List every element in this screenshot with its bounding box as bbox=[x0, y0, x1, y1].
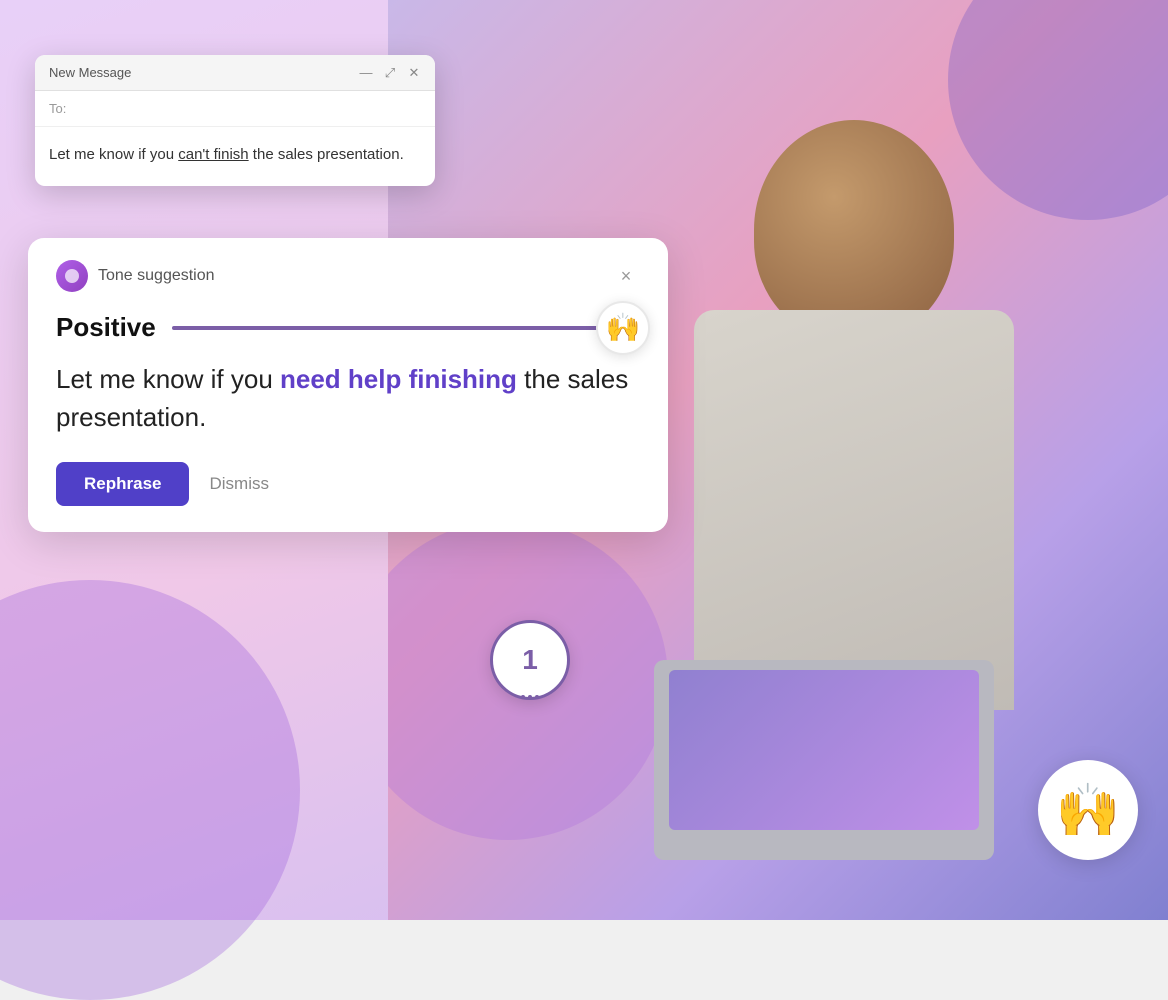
action-row: Rephrase Dismiss bbox=[56, 462, 640, 506]
badge-count: 1 bbox=[522, 644, 538, 676]
tone-icon-inner bbox=[65, 269, 79, 283]
tone-suggestion-label: Tone suggestion bbox=[98, 267, 215, 285]
bottom-emoji-badge: 🙌 bbox=[1038, 760, 1138, 860]
suggestion-text: Let me know if you need help finishing t… bbox=[56, 361, 640, 436]
person-body bbox=[694, 310, 1014, 710]
badge-dots bbox=[521, 695, 539, 699]
notification-badge[interactable]: 1 bbox=[490, 620, 570, 700]
laptop-screen bbox=[669, 670, 979, 830]
badge-dot-2 bbox=[528, 695, 532, 699]
tone-slider-track[interactable]: 🙌 bbox=[172, 326, 640, 330]
tone-card-header: Tone suggestion × bbox=[56, 260, 640, 292]
email-body: Let me know if you can't finish the sale… bbox=[35, 127, 435, 186]
left-deco-circle bbox=[0, 580, 300, 1000]
scene: New Message — ⤢ ✕ To: Let me know if you… bbox=[0, 0, 1168, 920]
tone-name: Positive bbox=[56, 312, 156, 343]
tone-icon bbox=[56, 260, 88, 292]
person-head bbox=[754, 120, 954, 340]
tone-header-left: Tone suggestion bbox=[56, 260, 215, 292]
dismiss-button[interactable]: Dismiss bbox=[209, 474, 269, 494]
tone-emoji-bubble: 🙌 bbox=[596, 301, 650, 355]
email-to-label: To: bbox=[49, 101, 66, 116]
tone-card-close-button[interactable]: × bbox=[612, 262, 640, 290]
tone-emoji: 🙌 bbox=[606, 311, 641, 344]
email-body-part2: the sales presentation. bbox=[249, 146, 404, 163]
email-window-title: New Message bbox=[49, 65, 131, 80]
close-window-button[interactable]: ✕ bbox=[407, 66, 421, 80]
rephrase-button[interactable]: Rephrase bbox=[56, 462, 189, 506]
email-to-row: To: bbox=[35, 91, 435, 127]
tone-slider-row: Positive 🙌 bbox=[56, 312, 640, 343]
email-titlebar: New Message — ⤢ ✕ bbox=[35, 55, 435, 91]
email-body-underline: can't finish bbox=[178, 146, 248, 163]
maximize-button[interactable]: ⤢ bbox=[383, 66, 397, 80]
email-body-part1: Let me know if you bbox=[49, 146, 178, 163]
minimize-button[interactable]: — bbox=[359, 66, 373, 80]
suggestion-part1: Let me know if you bbox=[56, 364, 280, 394]
bottom-emoji-icon: 🙌 bbox=[1056, 780, 1121, 841]
badge-dot-1 bbox=[521, 695, 525, 699]
email-window: New Message — ⤢ ✕ To: Let me know if you… bbox=[35, 55, 435, 186]
tone-suggestion-card: Tone suggestion × Positive 🙌 Let me know… bbox=[28, 238, 668, 532]
window-controls: — ⤢ ✕ bbox=[359, 66, 421, 80]
badge-dot-3 bbox=[535, 695, 539, 699]
suggestion-highlight: need help finishing bbox=[280, 364, 517, 394]
laptop bbox=[654, 660, 994, 860]
